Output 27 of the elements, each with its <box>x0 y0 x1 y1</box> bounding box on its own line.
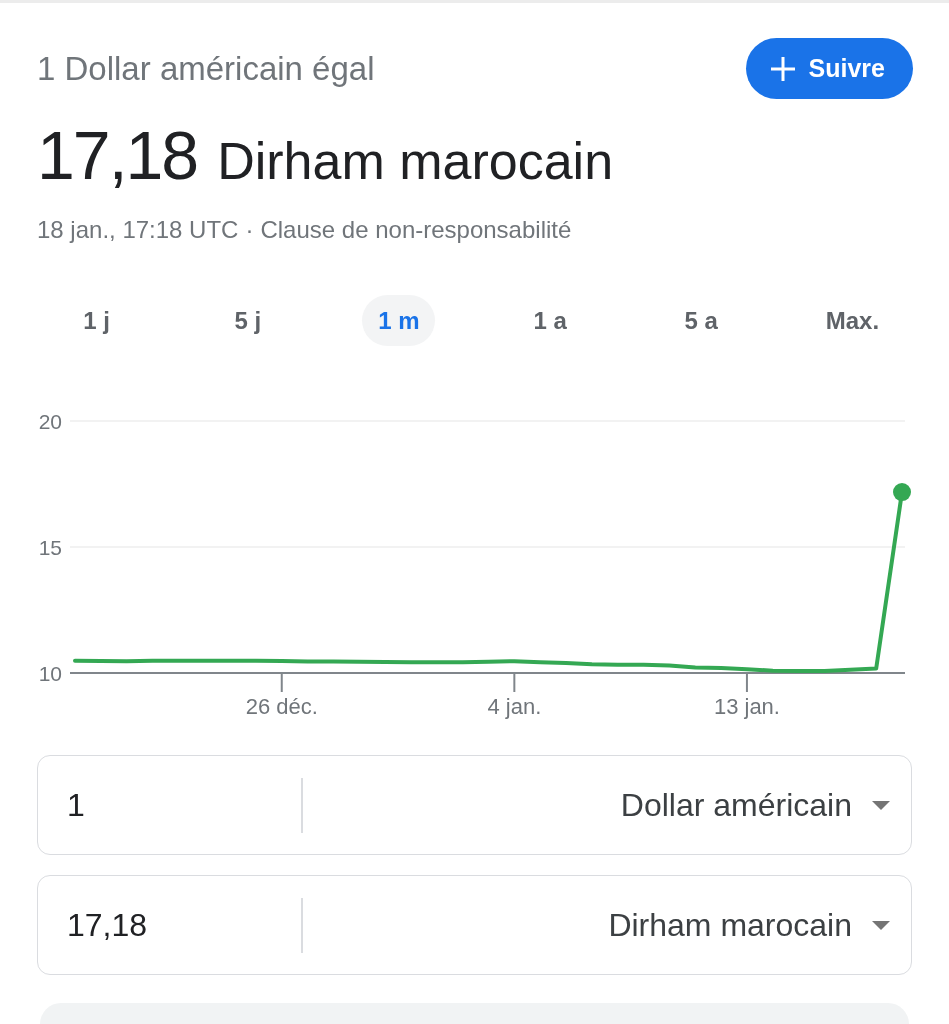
range-tab[interactable]: Max. <box>813 295 892 346</box>
range-tab[interactable]: 5 j <box>211 295 285 346</box>
range-tab[interactable]: 5 a <box>664 295 738 346</box>
y-axis-label: 10 <box>38 661 62 685</box>
x-axis-label: 26 déc. <box>245 694 318 719</box>
conversion-label: 1 Dollar américain égal <box>37 48 375 89</box>
currency-dropdown[interactable]: Dirham marocain <box>302 895 911 955</box>
currency-dropdown[interactable]: Dollar américain <box>302 775 911 835</box>
range-tab[interactable]: 1 a <box>513 295 587 346</box>
disclaimer-link[interactable]: Clause de non-responsabilité <box>260 215 572 244</box>
x-axis-label: 13 jan. <box>713 694 780 719</box>
separator: · <box>245 215 254 244</box>
x-axis-label: 4 jan. <box>487 694 542 719</box>
y-axis-label: 15 <box>38 535 62 559</box>
plus-icon <box>770 56 795 81</box>
caret-icon <box>872 800 890 810</box>
currency-name: Dirham marocain <box>217 135 614 187</box>
y-axis-label: 20 <box>38 409 62 433</box>
amount-input[interactable]: 17,18 <box>67 903 299 947</box>
point-marker-icon <box>893 483 911 502</box>
caret-icon <box>872 920 890 930</box>
rate-value: 17,18 <box>37 121 198 189</box>
range-tab[interactable]: 1 m <box>362 295 436 346</box>
timestamp: 18 jan., 17:18 UTC <box>37 215 239 244</box>
range-tab[interactable]: 1 j <box>60 295 134 346</box>
amount-input[interactable]: 1 <box>67 783 299 827</box>
follow-button[interactable]: Suivre <box>745 38 913 99</box>
